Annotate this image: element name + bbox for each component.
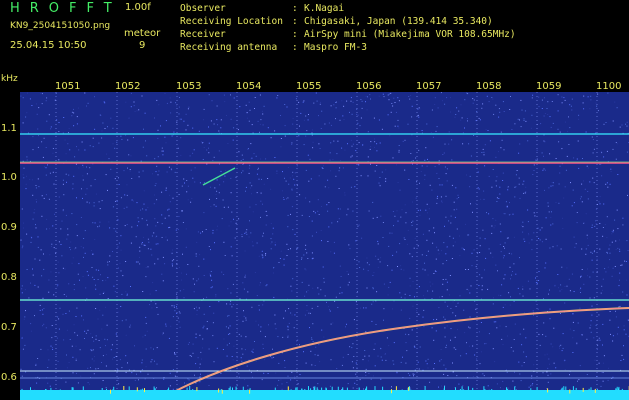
time-tick-label: 1051 bbox=[55, 81, 81, 92]
doppler-curve bbox=[169, 307, 629, 395]
freq-tick-label: 1.1 bbox=[1, 123, 17, 134]
meteor-count: 9 bbox=[139, 40, 146, 51]
minute-gridlines bbox=[55, 92, 598, 400]
time-tick-label: 1053 bbox=[176, 81, 202, 92]
meteor-echo bbox=[202, 167, 236, 186]
header: HROFFT 1.00f KN9_2504151050.png meteor 2… bbox=[0, 0, 629, 80]
timestamp-label: 25.04.15 10:50 bbox=[10, 40, 87, 51]
time-tick-label: 1058 bbox=[476, 81, 502, 92]
freq-tick-label: 1.0 bbox=[1, 172, 17, 183]
time-tick-label: 1052 bbox=[115, 81, 141, 92]
noise-speckle bbox=[20, 92, 629, 391]
time-tick-label: 1056 bbox=[356, 81, 382, 92]
info-separator: : bbox=[292, 3, 298, 14]
info-value: Chigasaki, Japan (139.414 35.340) bbox=[304, 16, 493, 27]
version-label: 1.00f bbox=[125, 2, 151, 13]
info-value: AirSpy mini (Miakejima VOR 108.65MHz) bbox=[304, 29, 516, 40]
time-tick-label: 1100 bbox=[596, 81, 622, 92]
time-axis: 1051 1052 1053 1054 1055 1056 1057 1058 … bbox=[20, 80, 629, 92]
spectrogram-plot bbox=[20, 92, 629, 400]
info-row-antenna: Receiving antenna: Maspro FM-3 bbox=[180, 41, 516, 54]
info-row-observer: Observer: K.Nagai bbox=[180, 2, 516, 15]
info-separator: : bbox=[292, 29, 298, 40]
spectrogram-svg bbox=[20, 92, 629, 400]
filename-label: KN9_2504151050.png bbox=[10, 21, 111, 31]
time-tick-label: 1059 bbox=[536, 81, 562, 92]
info-key: Receiving antenna bbox=[180, 42, 278, 53]
meteor-label: meteor bbox=[124, 28, 161, 39]
freq-tick-label: 0.7 bbox=[1, 322, 17, 333]
info-key: Receiving Location bbox=[180, 16, 283, 27]
info-row-location: Receiving Location: Chigasaki, Japan (139… bbox=[180, 15, 516, 28]
time-tick-label: 1054 bbox=[236, 81, 262, 92]
freq-tick-label: 0.9 bbox=[1, 222, 17, 233]
info-row-receiver: Receiver: AirSpy mini (Miakejima VOR 108.… bbox=[180, 28, 516, 41]
info-key: Observer bbox=[180, 3, 226, 14]
info-value: K.Nagai bbox=[304, 3, 345, 14]
doppler-curve-edge bbox=[169, 307, 629, 395]
freq-tick-label: 0.8 bbox=[1, 272, 17, 283]
info-value: Maspro FM-3 bbox=[304, 42, 367, 53]
freq-axis: 1.1 1.0 0.9 0.8 0.7 0.6 bbox=[0, 92, 20, 400]
time-tick-label: 1055 bbox=[296, 81, 322, 92]
info-separator: : bbox=[292, 42, 298, 53]
time-tick-label: 1057 bbox=[416, 81, 442, 92]
noise-floor-band bbox=[20, 390, 629, 400]
info-key: Receiver bbox=[180, 29, 226, 40]
freq-tick-label: 0.6 bbox=[1, 372, 17, 383]
info-separator: : bbox=[292, 16, 298, 27]
app-logo: HROFFT bbox=[10, 1, 122, 16]
station-info: Observer: K.Nagai Receiving Location: Chig… bbox=[180, 2, 516, 54]
freq-unit-label: kHz bbox=[1, 74, 18, 84]
